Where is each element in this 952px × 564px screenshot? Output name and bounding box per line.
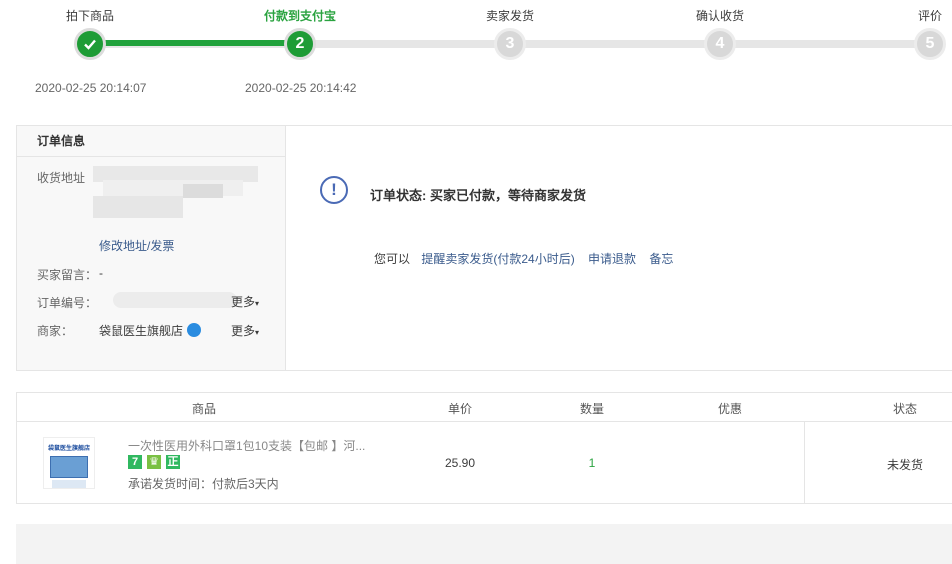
remind-ship-link[interactable]: 提醒卖家发货(付款24小时后) [421,252,574,266]
order-number-redacted [113,292,237,308]
step-label-4: 确认收货 [695,9,745,23]
chevron-down-icon: ▾ [255,328,260,337]
progress-track-done [90,40,302,46]
step-node-3: 3 [494,28,526,60]
buyer-message-label: 买家留言： [37,268,98,282]
request-refund-link[interactable]: 申请退款 [588,252,636,266]
seven-day-return-badge: 7 [128,455,142,469]
product-status: 未发货 [886,458,924,472]
authentic-badge: 正 [166,455,180,469]
step-node-4: 4 [704,28,736,60]
seller-name[interactable]: 袋鼠医生旗舰店 [99,322,183,339]
order-info-title: 订单信息 [17,126,285,157]
step-time-2: 2020-02-25 20:14:42 [245,81,357,95]
you-can-label: 您可以 [374,252,411,266]
edit-address-link[interactable]: 修改地址/发票 [99,237,174,254]
order-number-label: 订单编号： [37,296,98,310]
header-qty: 数量 [579,402,605,416]
header-product: 商品 [191,402,217,416]
crown-badge-icon: ♛ [147,455,161,469]
product-title-link[interactable]: 一次性医用外科口罩1包10支装【包邮 】河... [128,437,365,454]
seller-label: 商家： [37,324,74,338]
order-status-text: 订单状态: 买家已付款，等待商家发货 [370,188,586,203]
chat-icon[interactable] [187,323,201,337]
step-node-1-check-icon [74,28,106,60]
order-actions: 您可以 提醒卖家发货(付款24小时后) 申请退款 备忘 [374,250,683,267]
step-label-1: 拍下商品 [65,9,115,23]
step-label-5: 评价 [917,9,943,23]
product-thumbnail[interactable]: 袋鼠医生旗舰店 [43,437,95,489]
more-menu-2[interactable]: 更多▾ [231,322,259,339]
step-node-2: 2 [284,28,316,60]
step-node-5: 5 [914,28,946,60]
header-price: 单价 [447,402,473,416]
memo-link[interactable]: 备忘 [649,252,673,266]
thumb-title: 袋鼠医生旗舰店 [47,446,90,452]
buyer-message-value: - [99,266,103,280]
chevron-down-icon: ▾ [255,299,260,308]
product-price: 25.90 [444,456,476,470]
order-info-box: 订单信息 收货地址 修改地址/发票 买家留言： - 订单编号： 更多▾ 商家： … [16,125,952,371]
bottom-panel [16,524,952,564]
address-redacted [93,162,258,224]
column-divider [804,422,805,504]
header-discount: 优惠 [717,402,743,416]
more-menu-1[interactable]: 更多▾ [231,293,259,310]
goods-table: 商品 单价 数量 优惠 状态 袋鼠医生旗舰店 一次性医用外科口罩1包10支装【包… [16,392,952,504]
step-time-1: 2020-02-25 20:14:07 [35,81,147,95]
address-label: 收货地址 [37,171,86,185]
goods-table-header: 商品 单价 数量 优惠 状态 [17,393,952,422]
ship-promise-text: 承诺发货时间：付款后3天内 [128,477,279,491]
header-status: 状态 [892,402,918,416]
step-label-3: 卖家发货 [485,9,535,23]
exclamation-circle-icon: ! [320,176,348,204]
product-qty: 1 [588,456,596,470]
step-label-2: 付款到支付宝 [263,9,337,23]
order-info-panel: 订单信息 收货地址 修改地址/发票 买家留言： - 订单编号： 更多▾ 商家： … [17,126,286,370]
